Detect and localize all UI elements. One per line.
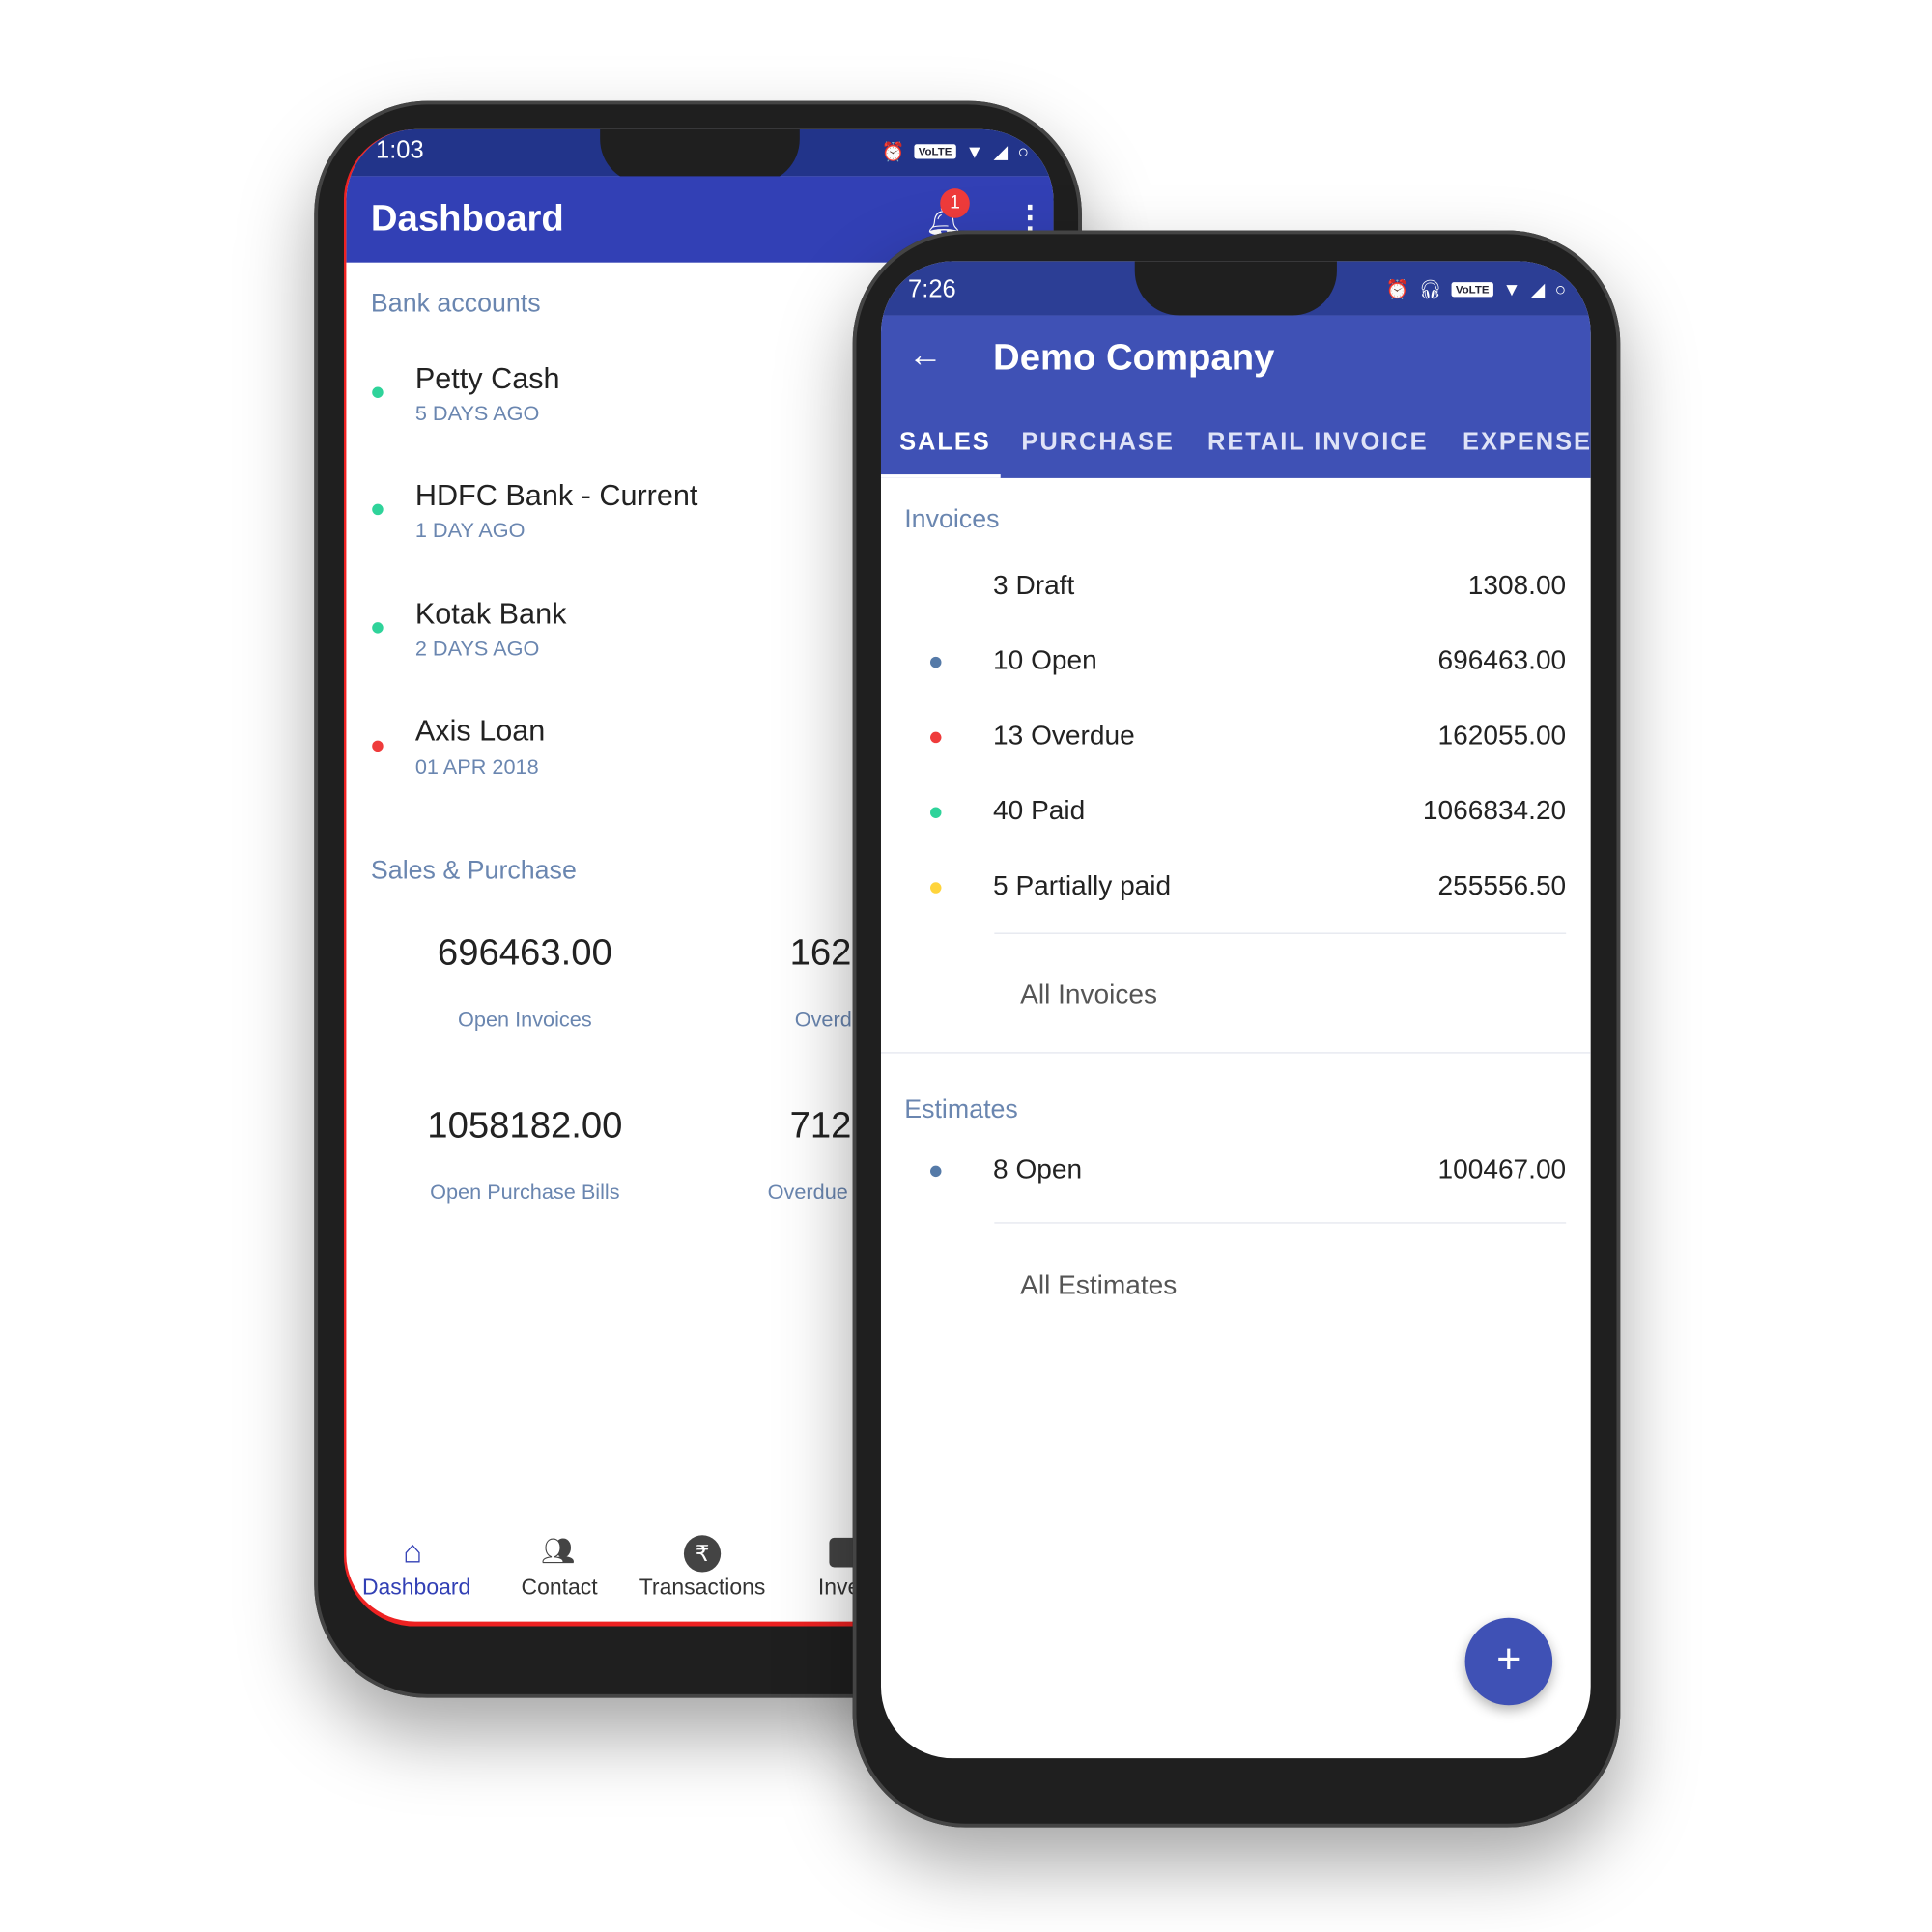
all-invoices-link[interactable]: All Invoices (1020, 979, 1157, 1010)
invoice-row[interactable]: 5 Partially paid 255556.50 (881, 858, 1591, 920)
status-dot (372, 503, 384, 516)
status-dot (930, 731, 942, 744)
headphones-icon: 🎧︎ (1418, 279, 1442, 301)
notification-badge: 1 (940, 188, 970, 218)
battery-icon: ○ (1017, 141, 1030, 162)
alarm-icon: ⏰ (881, 141, 905, 163)
row-label: 40 Paid (993, 794, 1086, 826)
status-dot (930, 656, 942, 668)
tab-sales[interactable]: SALES (899, 429, 991, 457)
status-dot (372, 386, 384, 398)
card-value: 696463.00 (437, 932, 612, 974)
row-label: 8 Open (993, 1152, 1083, 1184)
row-label: 5 Partially paid (993, 869, 1172, 901)
nav-label: Transactions (639, 1575, 766, 1600)
all-estimates-link[interactable]: All Estimates (1020, 1269, 1177, 1301)
row-amount: 1308.00 (1467, 569, 1567, 601)
divider (994, 932, 1567, 934)
status-dot (930, 882, 942, 894)
account-name: HDFC Bank - Current (414, 479, 698, 513)
bank-accounts-heading: Bank accounts (370, 289, 541, 319)
account-updated: 01 APR 2018 (414, 754, 539, 780)
invoice-row[interactable]: 3 Draft 1308.00 (881, 557, 1591, 619)
add-fab-button[interactable]: + (1464, 1617, 1553, 1706)
notch (1134, 261, 1337, 316)
status-dot (372, 740, 384, 753)
phone-demo-company: 7:26 ⏰ 🎧︎ VoLTE ▼ ◢ ○ ← Demo Company SAL… (852, 230, 1621, 1828)
alarm-icon: ⏰ (1385, 279, 1409, 301)
people-icon: 👥︎ (540, 1535, 576, 1567)
invoice-row[interactable]: 13 Overdue 162055.00 (881, 707, 1591, 769)
divider (994, 1222, 1567, 1224)
card-label: Open Invoices (458, 1008, 592, 1032)
invoices-heading: Invoices (904, 504, 1000, 534)
company-screen: 7:26 ⏰ 🎧︎ VoLTE ▼ ◢ ○ ← Demo Company SAL… (880, 261, 1591, 1759)
tab-purchase[interactable]: PURCHASE (1021, 429, 1174, 457)
status-time: 1:03 (376, 136, 424, 164)
status-dot (372, 622, 384, 634)
row-amount: 255556.50 (1437, 869, 1567, 901)
tab-retail-invoice[interactable]: RETAIL INVOICE (1208, 429, 1429, 457)
volte-icon: VoLTE (914, 144, 956, 159)
row-label: 10 Open (993, 644, 1097, 675)
account-name: Petty Cash (414, 361, 560, 396)
invoice-row[interactable]: 40 Paid 1066834.20 (881, 782, 1591, 844)
volte-icon: VoLTE (1452, 282, 1493, 298)
card-label: Open Purchase Bills (430, 1179, 620, 1205)
account-updated: 5 DAYS AGO (414, 401, 540, 426)
account-name: Kotak Bank (414, 597, 567, 632)
app-bar: ← Demo Company SALES PURCHASE RETAIL INV… (880, 315, 1591, 478)
row-amount: 696463.00 (1437, 644, 1567, 675)
tab-indicator (880, 474, 1001, 478)
nav-label: Dashboard (361, 1575, 471, 1600)
plus-icon: + (1496, 1635, 1521, 1684)
nav-label: Contact (521, 1575, 598, 1600)
row-label: 13 Overdue (993, 719, 1135, 751)
rupee-icon: ₹ (683, 1535, 722, 1573)
account-name: Axis Loan (414, 714, 546, 749)
invoice-row[interactable]: 10 Open 696463.00 (881, 632, 1591, 694)
row-label: 3 Draft (993, 569, 1075, 601)
company-title: Demo Company (993, 337, 1275, 379)
wifi-icon: ▼ (965, 141, 984, 162)
row-amount: 162055.00 (1437, 719, 1567, 751)
status-icons: ⏰ VoLTE ▼ ◢ ○ (882, 140, 1029, 162)
sales-purchase-heading: Sales & Purchase (370, 856, 577, 885)
status-icons: ⏰ 🎧︎ VoLTE ▼ ◢ ○ (1385, 278, 1566, 300)
section-divider (880, 1052, 1591, 1054)
signal-icon: ◢ (993, 141, 1009, 163)
back-arrow-icon[interactable]: ← (908, 335, 943, 375)
card-value: 1058182.00 (427, 1105, 623, 1147)
signal-icon: ◢ (1530, 279, 1546, 301)
tab-expense[interactable]: EXPENSE (1463, 429, 1591, 457)
wifi-icon: ▼ (1502, 278, 1521, 300)
row-amount: 100467.00 (1437, 1152, 1567, 1184)
battery-icon: ○ (1554, 278, 1567, 300)
account-updated: 2 DAYS AGO (414, 637, 540, 661)
home-icon: ⌂ (403, 1532, 423, 1570)
page-title: Dashboard (370, 198, 564, 240)
estimate-row[interactable]: 8 Open 100467.00 (881, 1149, 1591, 1210)
status-time: 7:26 (908, 275, 956, 303)
row-amount: 1066834.20 (1422, 794, 1567, 826)
account-updated: 1 DAY AGO (414, 518, 526, 543)
estimates-heading: Estimates (904, 1094, 1018, 1124)
status-dot (930, 807, 942, 818)
status-dot (930, 1165, 942, 1178)
